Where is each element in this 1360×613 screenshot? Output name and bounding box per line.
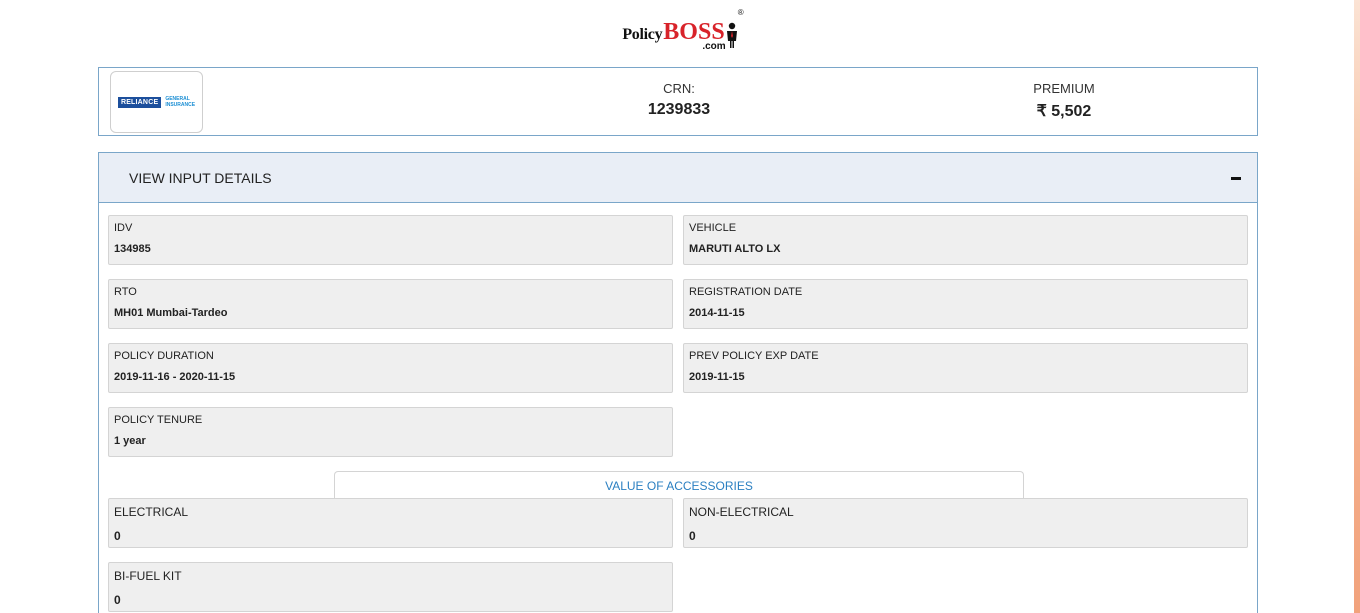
field-prev-policy-exp-date: PREV POLICY EXP DATE 2019-11-15: [683, 343, 1248, 393]
field-value: 2014-11-15: [689, 307, 745, 319]
field-label: POLICY TENURE: [114, 414, 203, 426]
insurer-logo: RELIANCE GENERAL INSURANCE: [110, 71, 203, 133]
field-rto: RTO MH01 Mumbai-Tardeo: [108, 279, 673, 329]
field-value: MH01 Mumbai-Tardeo: [114, 307, 228, 319]
field-non-electrical: NON-ELECTRICAL 0: [683, 498, 1248, 548]
logo-policy-text: Policy: [622, 26, 663, 43]
premium-value: ₹ 5,502: [1036, 103, 1092, 120]
field-policy-duration: POLICY DURATION 2019-11-16 - 2020-11-15: [108, 343, 673, 393]
field-value: MARUTI ALTO LX: [689, 243, 781, 255]
crn-block: CRN: 1239833: [639, 81, 719, 119]
field-label: NON-ELECTRICAL: [689, 505, 794, 519]
accessories-tab[interactable]: VALUE OF ACCESSORIES: [334, 471, 1024, 499]
field-bi-fuel-kit: BI-FUEL KIT 0: [108, 562, 673, 612]
field-label: PREV POLICY EXP DATE: [689, 350, 819, 362]
scroll-accent: [1354, 0, 1360, 613]
field-label: POLICY DURATION: [114, 350, 214, 362]
logo-dotcom-text: .com: [702, 41, 726, 52]
premium-block: PREMIUM ₹ 5,502: [1009, 81, 1119, 121]
insurer-logo-main: RELIANCE: [117, 96, 162, 108]
policyboss-logo[interactable]: Policy BOSS .com ®: [622, 8, 743, 52]
registered-mark: ®: [737, 8, 744, 17]
crn-label: CRN:: [663, 81, 695, 96]
quote-summary-card: RELIANCE GENERAL INSURANCE CRN: 1239833 …: [98, 67, 1258, 136]
field-value: 1 year: [114, 435, 146, 447]
field-label: REGISTRATION DATE: [689, 286, 803, 298]
field-vehicle: VEHICLE MARUTI ALTO LX: [683, 215, 1248, 265]
field-idv: IDV 134985: [108, 215, 673, 265]
site-header: Policy BOSS .com ®: [0, 8, 1360, 52]
field-value: 0: [689, 529, 696, 543]
insurer-logo-sub: GENERAL INSURANCE: [165, 96, 195, 108]
field-label: ELECTRICAL: [114, 505, 189, 519]
field-registration-date: REGISTRATION DATE 2014-11-15: [683, 279, 1248, 329]
field-label: BI-FUEL KIT: [114, 569, 182, 583]
input-details-panel: VIEW INPUT DETAILS IDV 134985 VEHICLE MA…: [98, 152, 1258, 613]
field-label: VEHICLE: [689, 222, 737, 234]
insurer-logo-sub-line2: INSURANCE: [165, 102, 196, 108]
field-value: 134985: [114, 243, 151, 255]
minus-icon[interactable]: [1231, 177, 1241, 180]
field-policy-tenure: POLICY TENURE 1 year: [108, 407, 673, 457]
field-label: RTO: [114, 286, 137, 298]
crn-value: 1239833: [647, 101, 711, 118]
premium-label: PREMIUM: [1033, 81, 1095, 96]
businessman-icon: [726, 22, 737, 48]
input-details-title: VIEW INPUT DETAILS: [129, 170, 272, 186]
field-value: 2019-11-15: [689, 371, 745, 383]
field-electrical: ELECTRICAL 0: [108, 498, 673, 548]
field-value: 0: [114, 593, 121, 607]
field-value: 2019-11-16 - 2020-11-15: [114, 371, 236, 383]
field-value: 0: [114, 529, 121, 543]
field-label: IDV: [114, 222, 133, 234]
input-details-toggle[interactable]: VIEW INPUT DETAILS: [99, 153, 1257, 203]
